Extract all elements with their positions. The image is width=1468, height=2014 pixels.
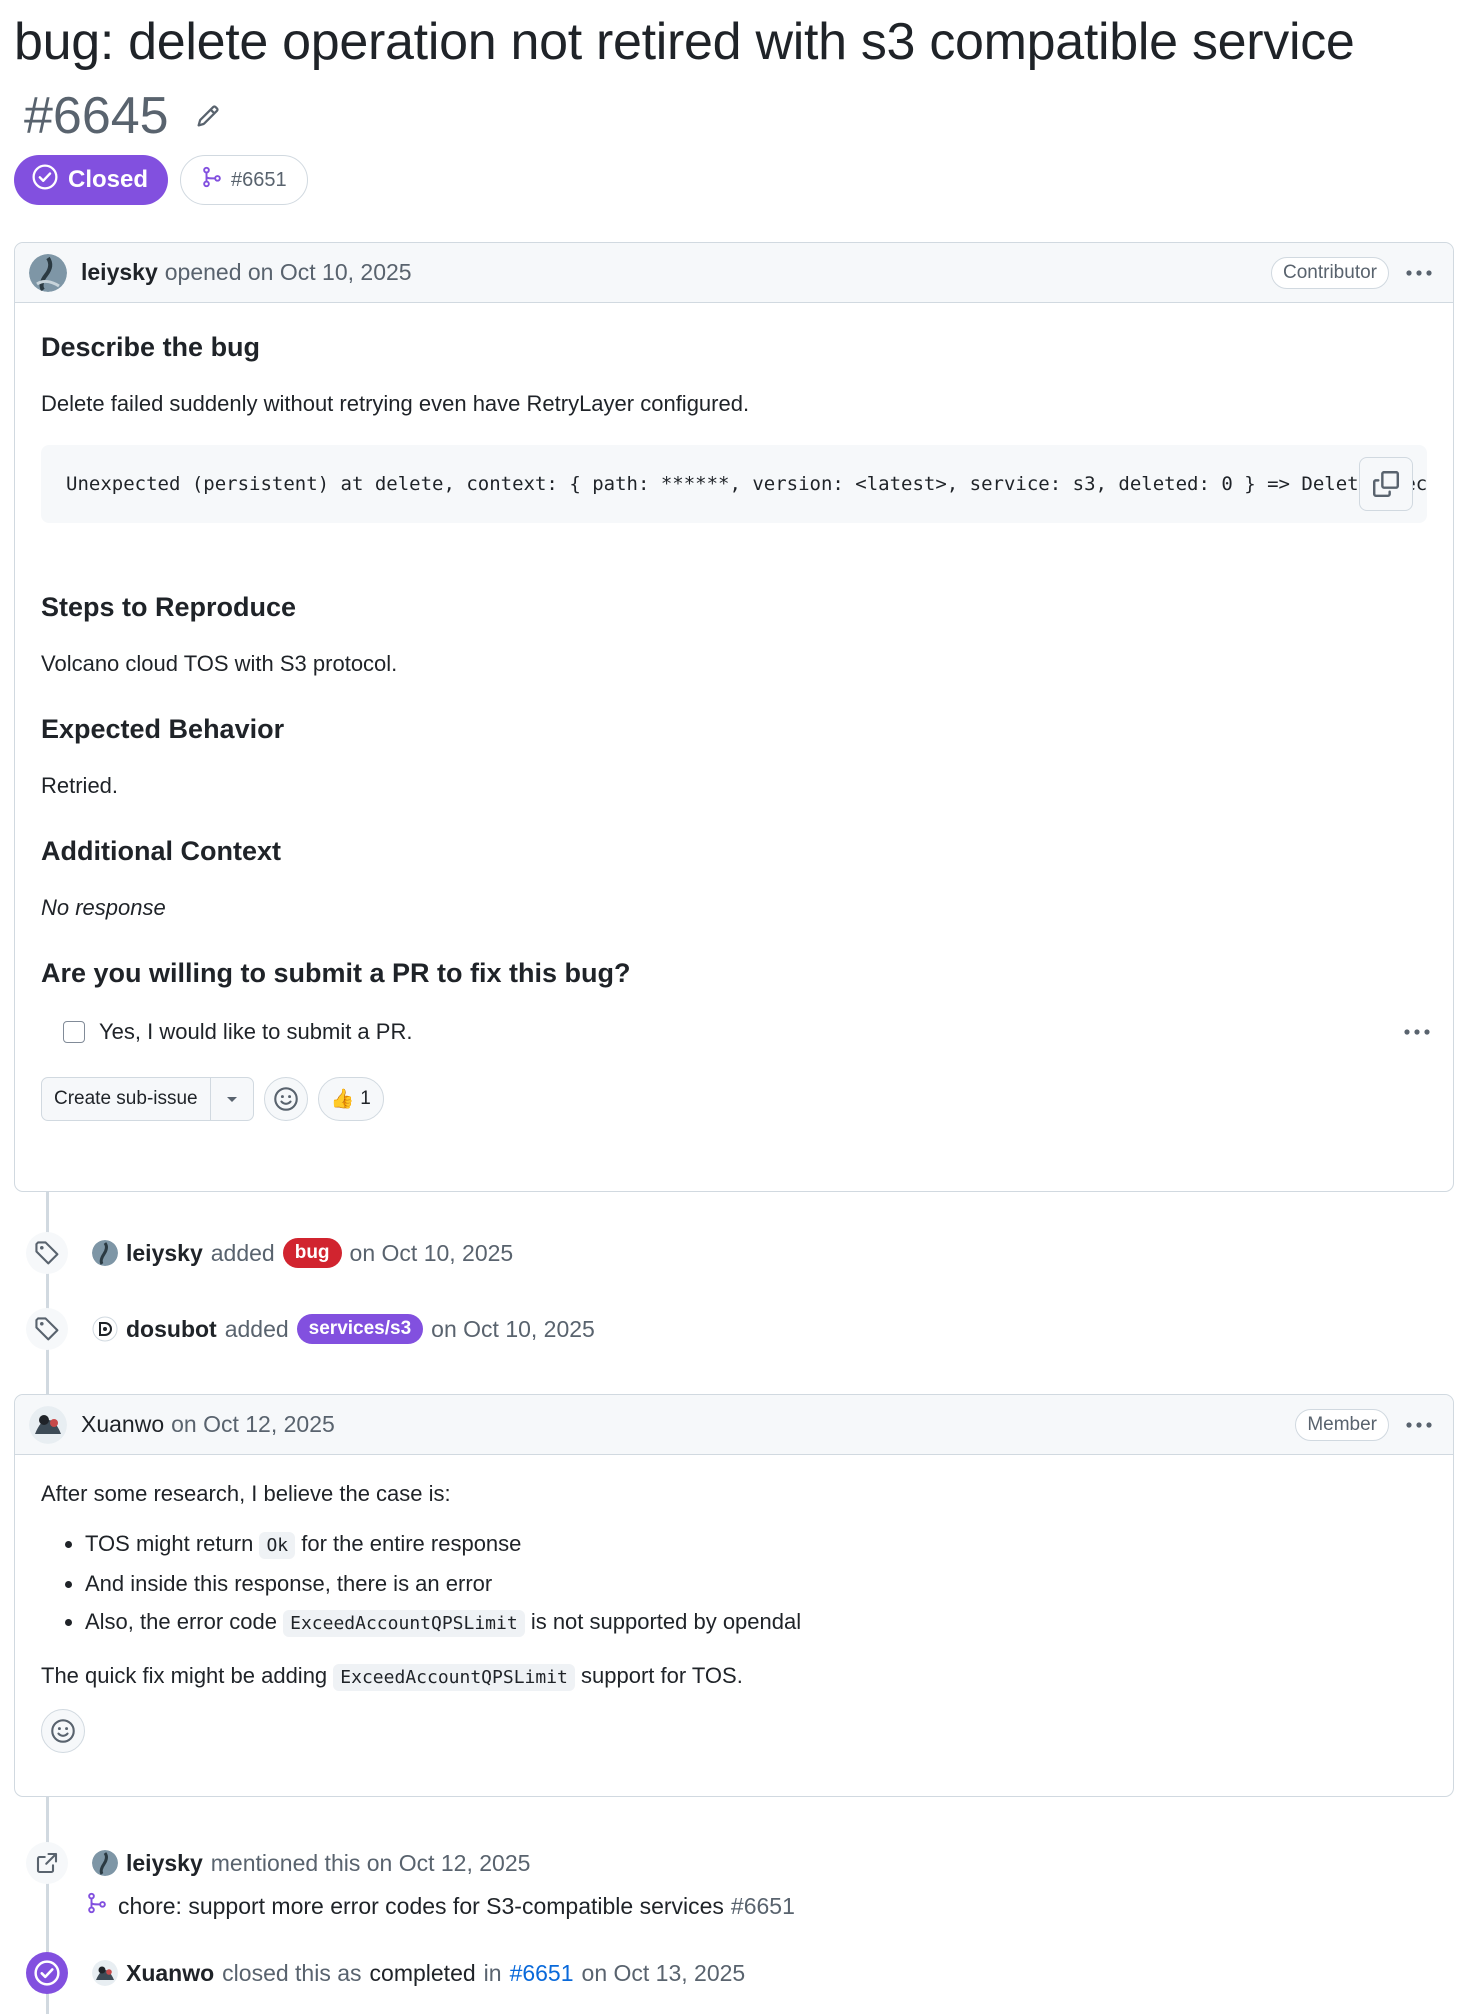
thumbs-up-reaction[interactable]: 👍 1	[317, 1077, 384, 1121]
reaction-count: 1	[360, 1088, 371, 1109]
section-heading: Expected Behavior	[41, 714, 285, 744]
label-bug[interactable]: bug	[282, 1238, 342, 1268]
issue-number: #6645	[24, 87, 169, 145]
task-checkbox[interactable]	[63, 1021, 85, 1043]
pr-link[interactable]: #6651	[510, 1960, 574, 1987]
event-date: on Oct 10, 2025	[431, 1315, 595, 1342]
role-badge: Contributor	[1271, 256, 1389, 289]
timeline-event: dosubot added services/s3 on Oct 10, 202…	[26, 1308, 595, 1350]
event-date: on Oct 10, 2025	[349, 1239, 514, 1266]
close-reason: completed	[369, 1959, 476, 1986]
section-heading: Are you willing to submit a PR to fix th…	[41, 958, 631, 988]
create-sub-issue-label[interactable]: Create sub-issue	[42, 1078, 211, 1120]
opening-comment: leiysky opened on Oct 10, 2025 Contribut…	[14, 242, 1454, 1192]
role-badge: Member	[1295, 1408, 1389, 1441]
pr-number[interactable]: #6651	[731, 1893, 795, 1920]
paragraph: After some research, I believe the case …	[41, 1481, 451, 1506]
code-text: Unexpected (persistent) at delete, conte…	[66, 473, 1427, 495]
status-badge: Closed	[14, 155, 169, 205]
event-verb: added	[224, 1315, 289, 1342]
event-date: on Oct 13, 2025	[581, 1959, 746, 1986]
avatar[interactable]	[29, 253, 67, 292]
paragraph: No response	[41, 895, 166, 920]
event-actor[interactable]: leiysky	[126, 1240, 203, 1267]
chevron-down-icon[interactable]	[211, 1078, 253, 1120]
avatar[interactable]	[92, 1316, 118, 1342]
status-label: Closed	[68, 166, 149, 193]
member-comment: Xuanwo on Oct 12, 2025 Member After some…	[14, 1394, 1454, 1797]
avatar[interactable]	[92, 1240, 118, 1266]
comment-author[interactable]: leiysky	[81, 259, 158, 286]
paragraph: The quick fix might be adding ExceedAcco…	[41, 1659, 1427, 1695]
event-actor[interactable]: dosubot	[126, 1316, 217, 1343]
issue-title: bug: delete operation not retired with s…	[14, 13, 1355, 71]
list-item: Also, the error code ExceedAccountQPSLim…	[85, 1603, 1427, 1643]
git-pull-request-icon	[201, 166, 223, 194]
timeline-event: leiysky mentioned this on Oct 12, 2025	[26, 1842, 530, 1884]
section-heading: Additional Context	[41, 836, 281, 866]
inline-code: Ok	[259, 1532, 296, 1559]
smiley-icon[interactable]	[263, 1077, 308, 1121]
more-options-icon[interactable]	[1397, 1017, 1437, 1047]
tag-icon	[26, 1232, 68, 1274]
inline-code: ExceedAccountQPSLimit	[283, 1610, 525, 1637]
issue-title-area: bug: delete operation not retired with s…	[14, 10, 1454, 148]
smiley-icon[interactable]	[41, 1709, 85, 1753]
event-verb: added	[210, 1239, 275, 1266]
list-item: TOS might return Ok for the entire respo…	[85, 1525, 1427, 1565]
more-options-icon[interactable]	[1399, 258, 1439, 288]
event-text: closed this as	[222, 1959, 362, 1986]
event-actor[interactable]: Xuanwo	[126, 1960, 214, 1987]
pencil-icon[interactable]	[193, 101, 223, 131]
event-text: mentioned this on Oct 12, 2025	[210, 1849, 531, 1876]
copy-icon[interactable]	[1359, 457, 1413, 511]
more-options-icon[interactable]	[1399, 1410, 1439, 1440]
avatar[interactable]	[92, 1960, 118, 1986]
bullet-list: TOS might return Ok for the entire respo…	[41, 1525, 1427, 1643]
avatar[interactable]	[29, 1405, 67, 1444]
paragraph: Delete failed suddenly without retrying …	[41, 391, 750, 416]
thumbs-up-icon: 👍	[330, 1089, 355, 1110]
section-heading: Describe the bug	[41, 332, 261, 362]
paragraph: Volcano cloud TOS with S3 protocol.	[41, 651, 398, 676]
timeline-event: Xuanwo closed this as completed in #6651…	[26, 1952, 745, 1994]
comment-header: Xuanwo on Oct 12, 2025 Member	[15, 1395, 1453, 1455]
create-sub-issue-button[interactable]: Create sub-issue	[41, 1077, 254, 1121]
check-circle-icon	[26, 1952, 68, 1994]
inline-code: ExceedAccountQPSLimit	[333, 1664, 575, 1691]
linked-pr-number: #6651	[231, 168, 287, 191]
pr-title[interactable]: chore: support more error codes for S3-c…	[118, 1893, 724, 1920]
linked-pr-pill[interactable]: #6651	[180, 155, 308, 205]
event-actor[interactable]: leiysky	[126, 1850, 203, 1877]
list-item: And inside this response, there is an er…	[85, 1565, 1427, 1603]
git-pull-request-icon	[86, 1892, 108, 1920]
label-services-s3[interactable]: services/s3	[296, 1314, 424, 1344]
check-circle-icon	[32, 163, 58, 197]
cross-reference-icon	[26, 1842, 68, 1884]
comment-header: leiysky opened on Oct 10, 2025 Contribut…	[15, 243, 1453, 303]
paragraph: Retried.	[41, 773, 119, 798]
section-heading: Steps to Reproduce	[41, 592, 297, 622]
comment-author[interactable]: Xuanwo	[81, 1411, 164, 1438]
code-block: Unexpected (persistent) at delete, conte…	[41, 445, 1427, 523]
avatar[interactable]	[92, 1850, 118, 1876]
comment-date: on Oct 12, 2025	[171, 1411, 335, 1437]
task-label: Yes, I would like to submit a PR.	[99, 1019, 413, 1044]
tag-icon	[26, 1308, 68, 1350]
timeline-line	[46, 1190, 49, 1395]
task-item: Yes, I would like to submit a PR.	[41, 1019, 412, 1045]
comment-action: opened on Oct 10, 2025	[164, 259, 412, 285]
mentioned-pr[interactable]: chore: support more error codes for S3-c…	[86, 1892, 795, 1920]
timeline-event: leiysky added bug on Oct 10, 2025	[26, 1232, 513, 1274]
